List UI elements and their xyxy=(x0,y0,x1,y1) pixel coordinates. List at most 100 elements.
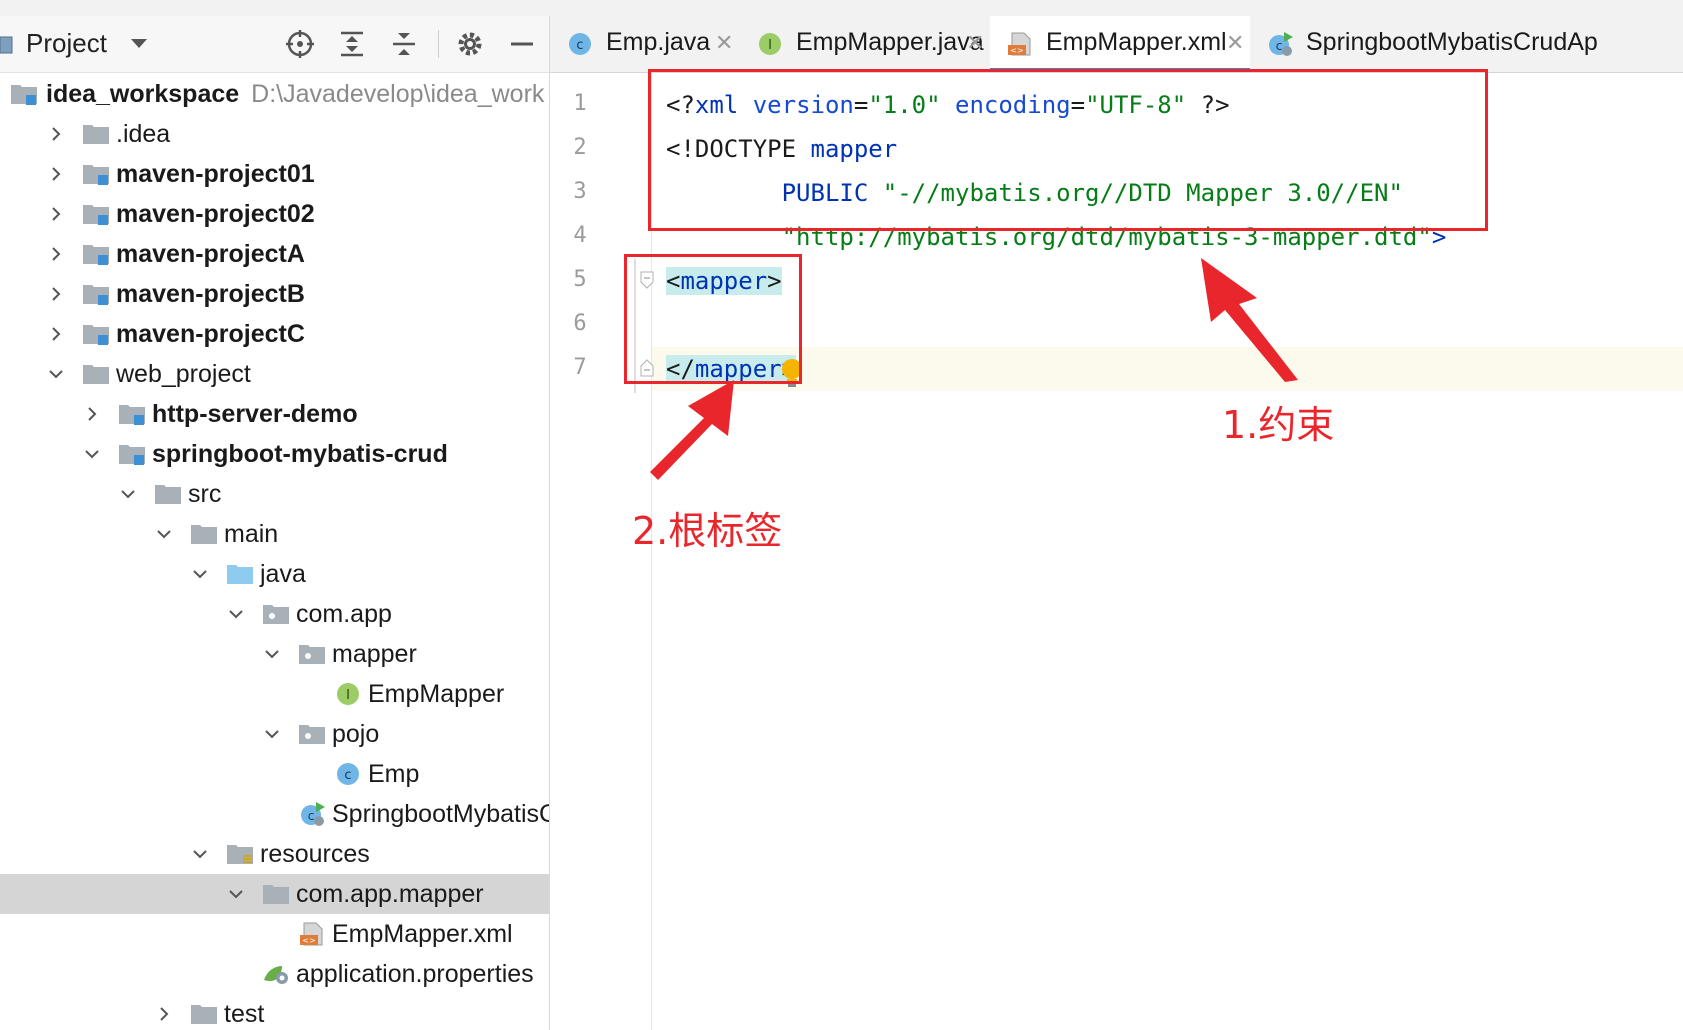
tree-node[interactable]: springboot-mybatis-crud xyxy=(0,434,549,474)
tree-node[interactable]: application.properties xyxy=(0,954,549,994)
tree-node[interactable]: com.app xyxy=(0,594,549,634)
chevron-right-icon[interactable] xyxy=(84,406,100,422)
chevron-down-icon[interactable] xyxy=(130,38,148,50)
close-icon[interactable]: ✕ xyxy=(1226,30,1244,56)
chevron-down-icon[interactable] xyxy=(264,646,280,662)
chevron-down-icon[interactable] xyxy=(84,446,100,462)
editor-tab[interactable]: c Emp.java ✕ xyxy=(550,16,740,72)
root-tag-highlight-box xyxy=(624,254,802,384)
code-line-6[interactable] xyxy=(652,303,1683,347)
chevron-down-icon[interactable] xyxy=(192,566,208,582)
tree-node[interactable]: .idea xyxy=(0,114,549,154)
code-line-7[interactable]: </mapper> xyxy=(652,347,1683,391)
line-number: 3 xyxy=(573,179,587,204)
tree-node[interactable]: c SpringbootMybatisCru xyxy=(0,794,549,834)
chevron-right-icon[interactable] xyxy=(48,286,64,302)
module-folder-icon xyxy=(119,445,145,465)
tree-node[interactable]: java xyxy=(0,554,549,594)
editor-tab[interactable]: I EmpMapper.java ✕ xyxy=(740,16,990,72)
constraint-annotation: 1.约束 xyxy=(1222,403,1335,447)
tree-node-label: maven-projectB xyxy=(116,280,305,308)
tree-node[interactable]: maven-projectA xyxy=(0,234,549,274)
tree-node-label: .idea xyxy=(116,120,171,148)
menu-strip xyxy=(0,0,1683,17)
module-folder-icon xyxy=(83,285,109,305)
tree-node-label: maven-project02 xyxy=(116,200,315,228)
tree-node-label: Emp xyxy=(368,760,420,788)
tree-node[interactable]: maven-projectC xyxy=(0,314,549,354)
tree-node-label: maven-projectA xyxy=(116,240,305,268)
tree-node-label: pojo xyxy=(332,720,380,748)
chevron-down-icon[interactable] xyxy=(120,486,136,502)
package-icon xyxy=(263,605,289,624)
svg-text:c: c xyxy=(344,768,351,783)
chevron-down-icon[interactable] xyxy=(228,606,244,622)
chevron-right-icon[interactable] xyxy=(48,326,64,342)
tree-node[interactable]: com.app.mapper xyxy=(0,874,549,914)
tree-node-label: SpringbootMybatisCru xyxy=(332,800,549,828)
xml-file-icon: <> xyxy=(300,922,323,946)
tree-node[interactable]: pojo xyxy=(0,714,549,754)
tree-node-label: EmpMapper xyxy=(368,680,505,708)
module-folder-icon xyxy=(83,245,109,265)
chevron-down-icon[interactable] xyxy=(228,886,244,902)
tree-node[interactable]: I EmpMapper xyxy=(0,674,549,714)
editor-tab[interactable]: <> EmpMapper.xml ✕ xyxy=(990,16,1250,72)
chevron-down-icon[interactable] xyxy=(156,526,172,542)
chevron-down-icon[interactable] xyxy=(264,726,280,742)
tree-node[interactable]: maven-projectB xyxy=(0,274,549,314)
gear-icon[interactable] xyxy=(454,28,486,60)
line-number: 7 xyxy=(573,355,587,380)
tree-node[interactable]: c Emp xyxy=(0,754,549,794)
tree-node[interactable]: src xyxy=(0,474,549,514)
editor-tab[interactable]: c SpringbootMybatisCrudAp xyxy=(1250,16,1683,72)
chevron-right-icon[interactable] xyxy=(156,1006,172,1022)
folder-icon xyxy=(155,485,181,504)
tree-node-label: maven-projectC xyxy=(116,320,305,348)
chevron-right-icon[interactable] xyxy=(48,166,64,182)
code-line-5[interactable]: <mapper> xyxy=(652,259,1683,303)
line-number: 6 xyxy=(573,311,587,336)
chevron-down-icon[interactable] xyxy=(192,846,208,862)
locate-file-icon[interactable] xyxy=(284,28,316,60)
tree-node-label: web_project xyxy=(116,360,251,388)
line-number: 1 xyxy=(573,91,587,116)
source-folder-icon xyxy=(227,565,253,584)
tree-node[interactable]: resources xyxy=(0,834,549,874)
tree-node[interactable]: main xyxy=(0,514,549,554)
chevron-right-icon[interactable] xyxy=(48,206,64,222)
tree-node[interactable]: web_project xyxy=(0,354,549,394)
tree-node[interactable]: maven-project02 xyxy=(0,194,549,234)
constraint-arrow xyxy=(1201,258,1298,382)
interface-icon: I xyxy=(759,33,781,55)
chevron-down-icon[interactable] xyxy=(48,366,64,382)
root-tag-arrow xyxy=(650,380,734,480)
tree-node-label: java xyxy=(260,560,306,588)
expand-all-icon[interactable] xyxy=(336,28,368,60)
spring-app-icon: c xyxy=(301,802,325,826)
svg-text:c: c xyxy=(308,809,315,823)
spring-app-icon: c xyxy=(1269,32,1293,56)
svg-text:I: I xyxy=(768,38,772,53)
tree-node[interactable]: http-server-demo xyxy=(0,394,549,434)
chevron-right-icon[interactable] xyxy=(48,126,64,142)
close-icon[interactable]: ✕ xyxy=(966,30,984,56)
folder-icon xyxy=(191,1005,217,1024)
tree-node[interactable]: test xyxy=(0,994,549,1030)
xml-file-icon: <> xyxy=(1008,32,1031,56)
tree-node[interactable]: maven-project01 xyxy=(0,154,549,194)
svg-text:<>: <> xyxy=(1010,46,1023,55)
project-tree: idea_workspace D:\Javadevelop\idea_work .i… xyxy=(0,74,549,1030)
collapse-all-icon[interactable] xyxy=(388,28,420,60)
project-view-title[interactable]: Project xyxy=(26,28,107,59)
minimize-icon[interactable] xyxy=(506,28,538,60)
module-folder-icon xyxy=(83,165,109,185)
line-number: 4 xyxy=(573,223,587,248)
chevron-right-icon[interactable] xyxy=(48,246,64,262)
tree-node[interactable]: mapper xyxy=(0,634,549,674)
tree-node[interactable]: <> EmpMapper.xml xyxy=(0,914,549,954)
tree-node[interactable]: idea_workspace D:\Javadevelop\idea_work xyxy=(0,74,549,114)
tree-node-label: http-server-demo xyxy=(152,400,358,428)
close-icon[interactable]: ✕ xyxy=(715,30,733,56)
editor-tab-label: EmpMapper.java xyxy=(796,28,984,56)
